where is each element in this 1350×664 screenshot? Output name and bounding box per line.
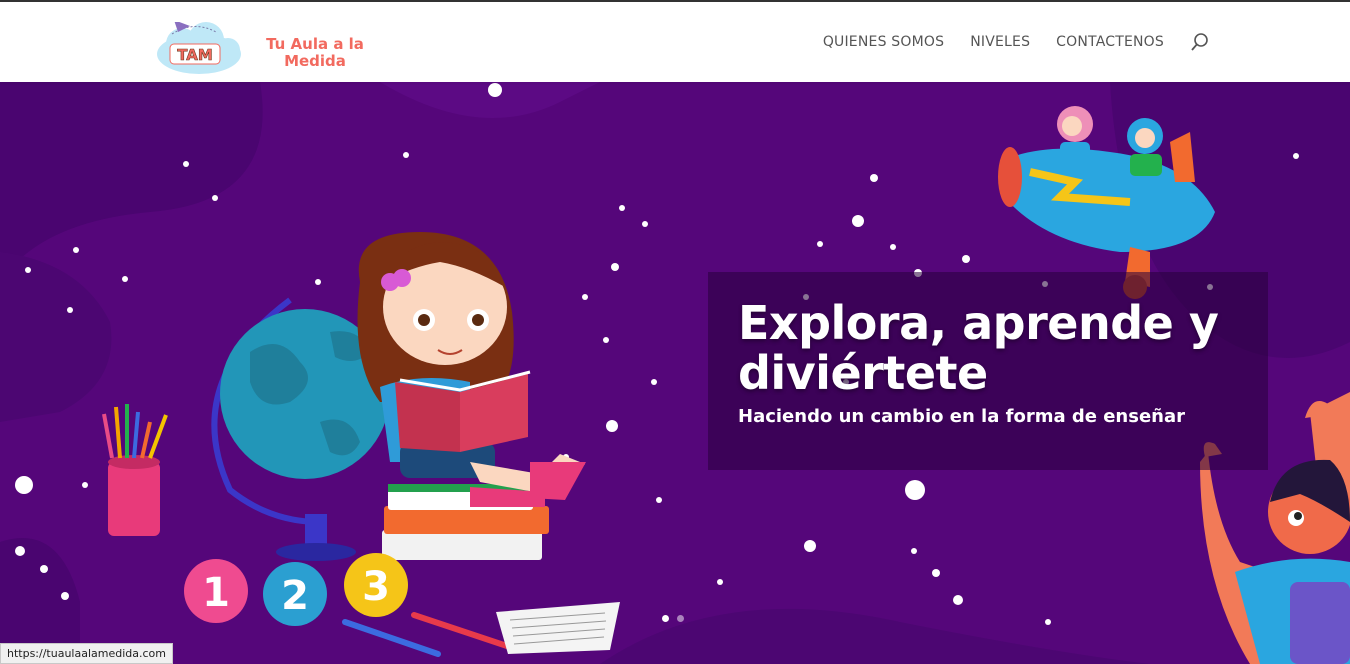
site-logo[interactable]: TAM Tu Aula a la Medida [152,10,372,80]
logo-text: Tu Aula a la Medida [266,35,364,70]
ball-number-1: 1 [202,570,230,616]
main-nav: QUIENES SOMOS NIVELES CONTACTENOS [823,2,1210,82]
girl-reading-illustration [357,232,586,507]
browser-status-bar: https://tuaulaalamedida.com [0,643,173,664]
hero-subtitle: Haciendo un cambio en la forma de enseña… [738,406,1186,427]
logo-cloud-icon: TAM [157,22,241,74]
number-balls-illustration: 1 2 3 [184,553,408,626]
slider-dot-1[interactable] [662,615,669,622]
slider-pagination [662,615,684,622]
nav-niveles[interactable]: NIVELES [970,34,1030,50]
search-icon[interactable] [1190,32,1210,52]
logo-badge: TAM [177,46,213,64]
hero-slider: 1 2 3 Explora, aprende y diviértete Haci… [0,82,1350,664]
slider-dot-2[interactable] [677,615,684,622]
nav-quienes-somos[interactable]: QUIENES SOMOS [823,34,944,50]
hero-caption: Explora, aprende y diviértete Haciendo u… [708,272,1268,470]
hero-title: Explora, aprende y diviértete [738,296,1219,400]
nav-contactenos[interactable]: CONTACTENOS [1056,34,1164,50]
ball-number-3: 3 [362,564,390,610]
site-header: TAM Tu Aula a la Medida QUIENES SOMOS NI… [0,2,1350,82]
ball-number-2: 2 [281,573,309,619]
pencil-cup-illustration [102,404,168,536]
